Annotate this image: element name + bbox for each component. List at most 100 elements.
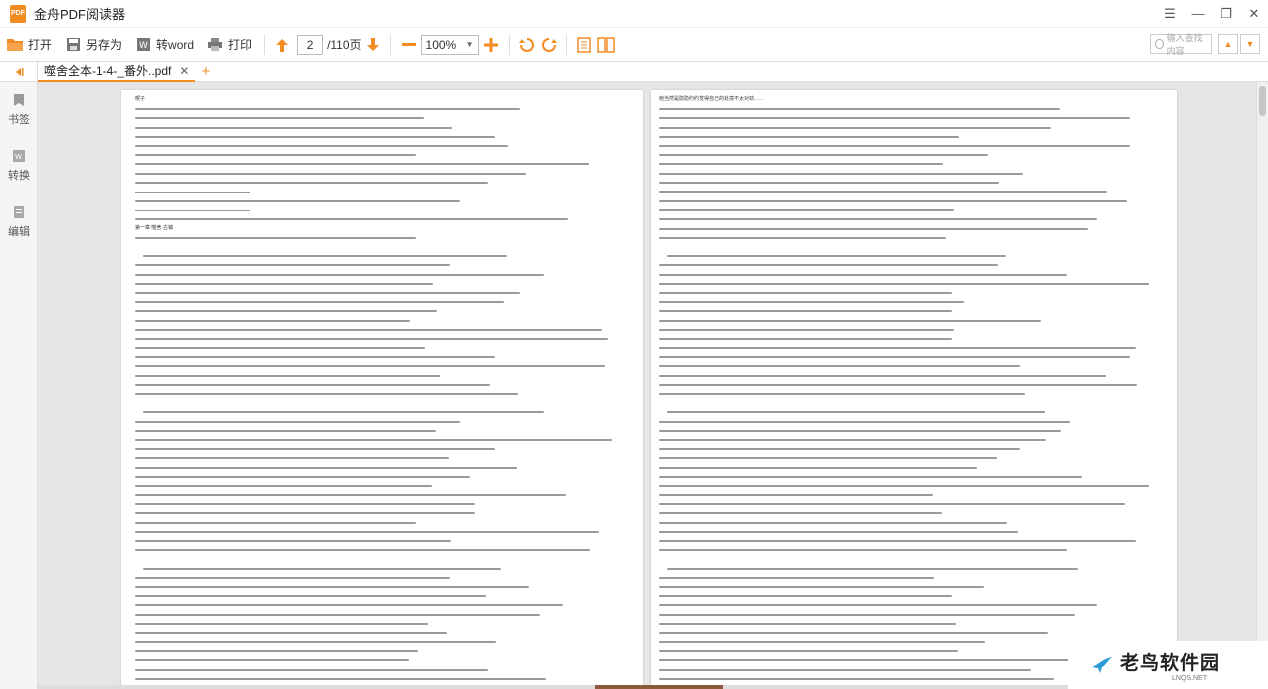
- text-line-mark: [135, 163, 589, 166]
- text-line: [135, 601, 629, 610]
- text-line: [135, 215, 629, 224]
- text-line-mark: [135, 549, 590, 552]
- text-line-mark: [135, 144, 509, 147]
- text-line: [135, 170, 629, 179]
- text-line: [659, 261, 1159, 270]
- text-line-mark: [659, 503, 1125, 506]
- text-line: [659, 344, 1159, 353]
- maximize-button[interactable]: ❐: [1212, 0, 1240, 28]
- text-line: [135, 675, 629, 684]
- horizontal-scroll-thumb[interactable]: [595, 685, 723, 689]
- text-line-mark: [659, 163, 944, 166]
- text-line-mark: [135, 200, 461, 203]
- scroll-thumb[interactable]: [1259, 86, 1266, 116]
- close-button[interactable]: ✕: [1240, 0, 1268, 28]
- sidebar-item-label: 书签: [8, 114, 30, 126]
- text-line: [135, 142, 629, 151]
- text-line: [135, 335, 629, 344]
- text-line: [135, 638, 629, 647]
- pdf-page-right: 她当然是隐隐约约觉得自己的处境不太对劲……: [651, 90, 1177, 687]
- search-prev-button[interactable]: ▲: [1218, 34, 1238, 54]
- add-tab-button[interactable]: +: [201, 63, 210, 80]
- print-button[interactable]: 打印: [200, 32, 258, 58]
- text-line-mark: [135, 273, 545, 276]
- text-line-mark: [135, 310, 438, 313]
- text-line-mark: [659, 641, 985, 644]
- close-tab-icon[interactable]: ✕: [179, 64, 189, 78]
- text-line-mark: [659, 475, 1083, 478]
- text-line: [659, 372, 1159, 381]
- text-line-mark: [135, 484, 433, 487]
- text-line: [659, 188, 1159, 197]
- convert-word-label: 转word: [156, 38, 195, 52]
- text-line: [659, 335, 1159, 344]
- sidebar-item-label: 编辑: [8, 226, 30, 238]
- text-line-mark: [135, 585, 530, 588]
- text-line-mark: [659, 604, 1097, 607]
- printer-icon: [206, 37, 224, 53]
- text-line: [135, 565, 629, 574]
- search-input[interactable]: 输入查找内容: [1150, 33, 1212, 56]
- text-line-mark: [135, 521, 417, 524]
- text-line-mark: [659, 181, 1000, 184]
- text-line-mark: [135, 135, 495, 138]
- vertical-scrollbar[interactable]: [1256, 82, 1268, 689]
- text-line-mark: [659, 457, 997, 460]
- text-line: [659, 445, 1159, 454]
- sidebar-item-convert[interactable]: W 转换: [0, 138, 38, 194]
- text-line-mark: [135, 595, 486, 598]
- text-line-mark: [135, 475, 471, 478]
- page-number-input[interactable]: 2: [297, 34, 324, 55]
- text-line: [659, 215, 1159, 224]
- text-line: 楔子: [135, 96, 629, 105]
- sidebar-toggle-button[interactable]: [0, 61, 38, 82]
- search-placeholder: 输入查找内容: [1166, 33, 1203, 56]
- tab-document[interactable]: 噬舍全本-1-4-_番外..pdf ✕: [38, 62, 196, 82]
- watermark-subtitle: LNQS.NET: [1172, 675, 1208, 682]
- text-line-mark: [659, 540, 1137, 542]
- collapse-icon: [15, 67, 23, 76]
- zoom-in-button[interactable]: [479, 32, 503, 58]
- text-line-mark: [135, 328, 602, 331]
- rotate-right-button[interactable]: [538, 32, 560, 58]
- sidebar-item-edit[interactable]: 编辑: [0, 194, 38, 250]
- save-as-button[interactable]: 另存为: [58, 32, 128, 58]
- text-line: [659, 436, 1159, 445]
- text-line-mark: [135, 126, 452, 129]
- menu-icon[interactable]: ☰: [1156, 0, 1184, 28]
- text-line: [659, 298, 1159, 307]
- single-page-view-button[interactable]: [573, 32, 595, 58]
- save-icon: [64, 37, 82, 53]
- sidebar: 书签 W 转换 编辑: [0, 82, 38, 689]
- text-line: [135, 427, 629, 436]
- double-page-view-button[interactable]: [595, 32, 617, 58]
- zoom-select[interactable]: 100% ▼: [420, 34, 479, 55]
- print-label: 打印: [228, 38, 253, 52]
- open-button[interactable]: 打开: [0, 32, 58, 58]
- document-viewer[interactable]: 楔子 第一章 噬舍·古镇 她当然是隐隐约约觉得自己的处境不太对劲……: [38, 82, 1268, 689]
- search-next-button[interactable]: ▼: [1240, 34, 1260, 54]
- text-line-mark: [135, 319, 410, 322]
- text-line: [135, 280, 629, 289]
- minimize-button[interactable]: —: [1184, 0, 1212, 28]
- text-line-mark: [135, 631, 448, 634]
- text-line-mark: [135, 576, 450, 579]
- text-line-mark: [659, 383, 1138, 386]
- text-line-mark: [135, 218, 568, 221]
- text-line-mark: [659, 218, 1097, 221]
- next-page-button[interactable]: [362, 32, 384, 58]
- previous-page-button[interactable]: [271, 32, 293, 58]
- convert-word-button[interactable]: W 转word: [128, 32, 200, 58]
- text-line: [659, 509, 1159, 518]
- text-line: [659, 390, 1159, 399]
- text-line: [135, 344, 629, 353]
- rotate-right-icon: [541, 37, 557, 52]
- text-line-mark: [659, 393, 1025, 395]
- chevron-down-icon: ▼: [465, 40, 474, 49]
- zoom-out-button[interactable]: [397, 32, 421, 58]
- text-line-mark: [659, 227, 1088, 230]
- text-line-mark: [659, 512, 942, 515]
- rotate-left-button[interactable]: [516, 32, 538, 58]
- sidebar-item-bookmark[interactable]: 书签: [0, 82, 38, 138]
- text-line: [659, 473, 1159, 482]
